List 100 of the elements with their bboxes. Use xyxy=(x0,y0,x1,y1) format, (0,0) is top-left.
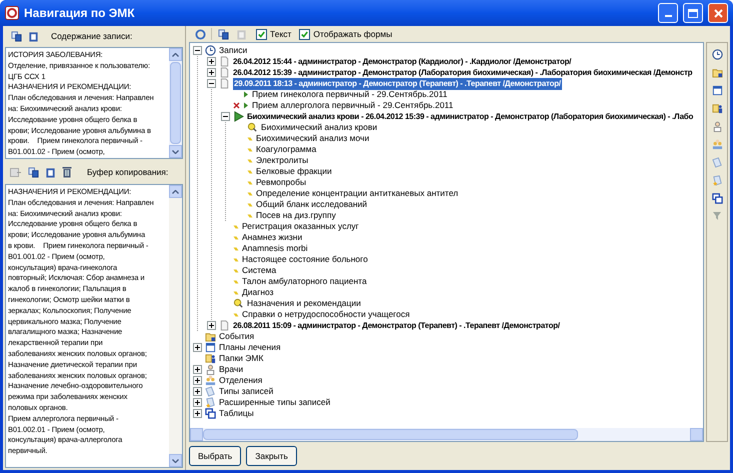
checkbox[interactable] xyxy=(299,28,310,40)
clock-icon xyxy=(712,48,722,60)
panel-label: Буфер копирования: xyxy=(87,166,168,178)
expand-toggle[interactable] xyxy=(193,365,202,374)
folder-icon xyxy=(205,331,216,342)
tree-item[interactable]: Расширенные типы записей xyxy=(219,396,330,409)
person-icon xyxy=(205,364,216,375)
vertical-scrollbar[interactable] xyxy=(169,48,182,158)
expand-toggle[interactable] xyxy=(193,409,202,418)
trash-icon[interactable] xyxy=(60,165,74,179)
tree-item[interactable]: 26.08.2011 15:09 - администратор - Демонстратор (Терапевт) - .Терапевт /Демонстратор/ xyxy=(233,320,560,332)
scroll-thumb[interactable] xyxy=(203,429,578,440)
tree-item[interactable]: События xyxy=(219,330,254,343)
expand-toggle[interactable] xyxy=(193,398,202,407)
calendar-icon xyxy=(712,84,722,96)
play-icon xyxy=(233,111,244,122)
text-area[interactable] xyxy=(5,47,183,159)
tree-item[interactable]: Электролиты xyxy=(256,154,308,167)
tree-item[interactable]: 26.04.2012 15:39 - администратор - Демонстратор (Лаборатория биохимическая) - .Лаборатория биохимическая /Демонстр xyxy=(233,66,692,78)
cards-icon xyxy=(205,386,216,397)
tree-item[interactable]: Прием гинеколога первичный - 29.Сентябрь.2011 xyxy=(252,88,448,101)
close-button[interactable] xyxy=(708,3,728,23)
expand-toggle[interactable] xyxy=(193,387,202,396)
copy-icon[interactable] xyxy=(26,165,40,179)
tree-item[interactable]: Система xyxy=(242,264,276,277)
folders-icon xyxy=(712,102,722,114)
scroll-down-button[interactable] xyxy=(169,454,182,467)
tree-item[interactable]: 29.09.2011 18:13 - администратор - Демонстратор (Терапевт) - .Терапевт /Демонстратор/ xyxy=(233,78,562,90)
text-area[interactable] xyxy=(5,184,183,468)
app-icon xyxy=(5,6,19,20)
scroll-down-button[interactable] xyxy=(169,145,182,158)
tree-item[interactable]: Биохимический анализ крови - 26.04.2012 15:39 - администратор - Демонстратор (Лаборатория биохимическая) - .Лабо xyxy=(247,110,694,122)
expand-toggle[interactable] xyxy=(193,376,202,385)
panel-label: Содержание записи: xyxy=(51,30,132,42)
expand-toggle[interactable] xyxy=(193,343,202,352)
collapse-toggle[interactable] xyxy=(193,46,202,55)
cards-icon xyxy=(712,156,722,168)
tree-item[interactable]: Диагноз xyxy=(242,286,274,299)
checkbox[interactable] xyxy=(256,28,267,40)
tree-item[interactable]: Записи xyxy=(219,44,248,57)
tree-item[interactable]: Настоящее состояние больного xyxy=(242,253,368,266)
tree-item[interactable]: Справки о нетрудоспособности учащегося xyxy=(242,308,410,321)
star-cards-icon xyxy=(712,174,722,186)
tree-item[interactable]: Планы лечения xyxy=(219,341,281,354)
tree-item[interactable]: Биохимический анализ мочи xyxy=(256,132,370,145)
tree-item[interactable]: Биохимический анализ крови xyxy=(261,121,378,134)
toolbar-button[interactable] xyxy=(710,83,724,97)
tree-item[interactable]: Anamnesis morbi xyxy=(242,242,308,255)
tree-item[interactable]: Врачи xyxy=(219,363,244,376)
star-cards-icon xyxy=(205,397,216,408)
person-icon xyxy=(712,120,722,132)
collapse-toggle[interactable] xyxy=(221,112,230,121)
tree-item[interactable]: Папки ЭМК xyxy=(219,352,264,365)
tree-item[interactable]: Белковые фракции xyxy=(256,165,332,178)
dialog-button[interactable]: Закрыть xyxy=(246,446,297,466)
minimize-button[interactable] xyxy=(658,3,678,23)
scroll-thumb[interactable] xyxy=(170,62,181,144)
tree-item[interactable]: Анамнез жизни xyxy=(242,231,302,244)
copy-icon[interactable] xyxy=(216,27,230,41)
tree-item[interactable]: Общий бланк исследований xyxy=(256,198,368,211)
close-icon xyxy=(714,8,722,18)
tree-item[interactable]: Назначения и рекомендации xyxy=(247,297,361,310)
check-icon xyxy=(301,30,308,38)
tree-item[interactable]: Коагулограмма xyxy=(256,143,316,156)
tree-item[interactable]: Посев на диз.группу xyxy=(256,209,336,222)
windows-icon xyxy=(205,408,216,419)
document-icon xyxy=(219,67,230,78)
tree-item[interactable]: Типы записей xyxy=(219,385,274,398)
checkbox-label[interactable]: Текст xyxy=(270,28,292,40)
tree-item[interactable]: Отделения xyxy=(219,374,262,387)
vertical-scrollbar[interactable] xyxy=(169,185,182,467)
windows-icon xyxy=(712,192,722,204)
checkbox-label[interactable]: Отображать формы xyxy=(313,28,392,40)
toolbar-button[interactable] xyxy=(710,47,724,61)
collapse-toggle[interactable] xyxy=(207,79,216,88)
dialog-button[interactable]: Выбрать xyxy=(189,446,242,466)
maximize-button[interactable] xyxy=(683,3,703,23)
tree-item[interactable]: Регистрация оказанных услуг xyxy=(242,220,359,233)
document-icon xyxy=(219,320,230,331)
calendar-icon xyxy=(205,342,216,353)
tree-item[interactable]: 26.04.2012 15:44 - администратор - Демонстратор (Кардиолог) - .Кардиолог /Демонстратор/ xyxy=(233,56,572,68)
document-icon xyxy=(219,56,230,67)
expand-toggle[interactable] xyxy=(207,321,216,330)
tree-item[interactable]: Талон амбулаторного пациента xyxy=(242,275,367,288)
tree-item[interactable]: Прием аллерголога первичный - 29.Сентябрь.2011 xyxy=(252,99,454,112)
copy-icon[interactable] xyxy=(9,29,23,43)
toolbar-button[interactable] xyxy=(710,191,724,205)
expand-toggle[interactable] xyxy=(207,57,216,66)
scroll-up-button[interactable] xyxy=(169,185,182,198)
folder-icon xyxy=(712,66,722,78)
check-icon xyxy=(258,30,265,38)
folders-icon xyxy=(205,353,216,364)
tree-item[interactable]: Ревмопробы xyxy=(256,176,306,189)
window-title: Навигация по ЭМК xyxy=(24,5,135,22)
expand-toggle[interactable] xyxy=(207,68,216,77)
tree-item[interactable]: Определение концентрации антитканевых антител xyxy=(256,187,458,200)
tree-item[interactable]: Таблицы xyxy=(219,407,254,420)
horizontal-scrollbar[interactable] xyxy=(190,428,703,441)
clock-icon xyxy=(205,45,216,56)
scroll-up-button[interactable] xyxy=(169,48,182,61)
